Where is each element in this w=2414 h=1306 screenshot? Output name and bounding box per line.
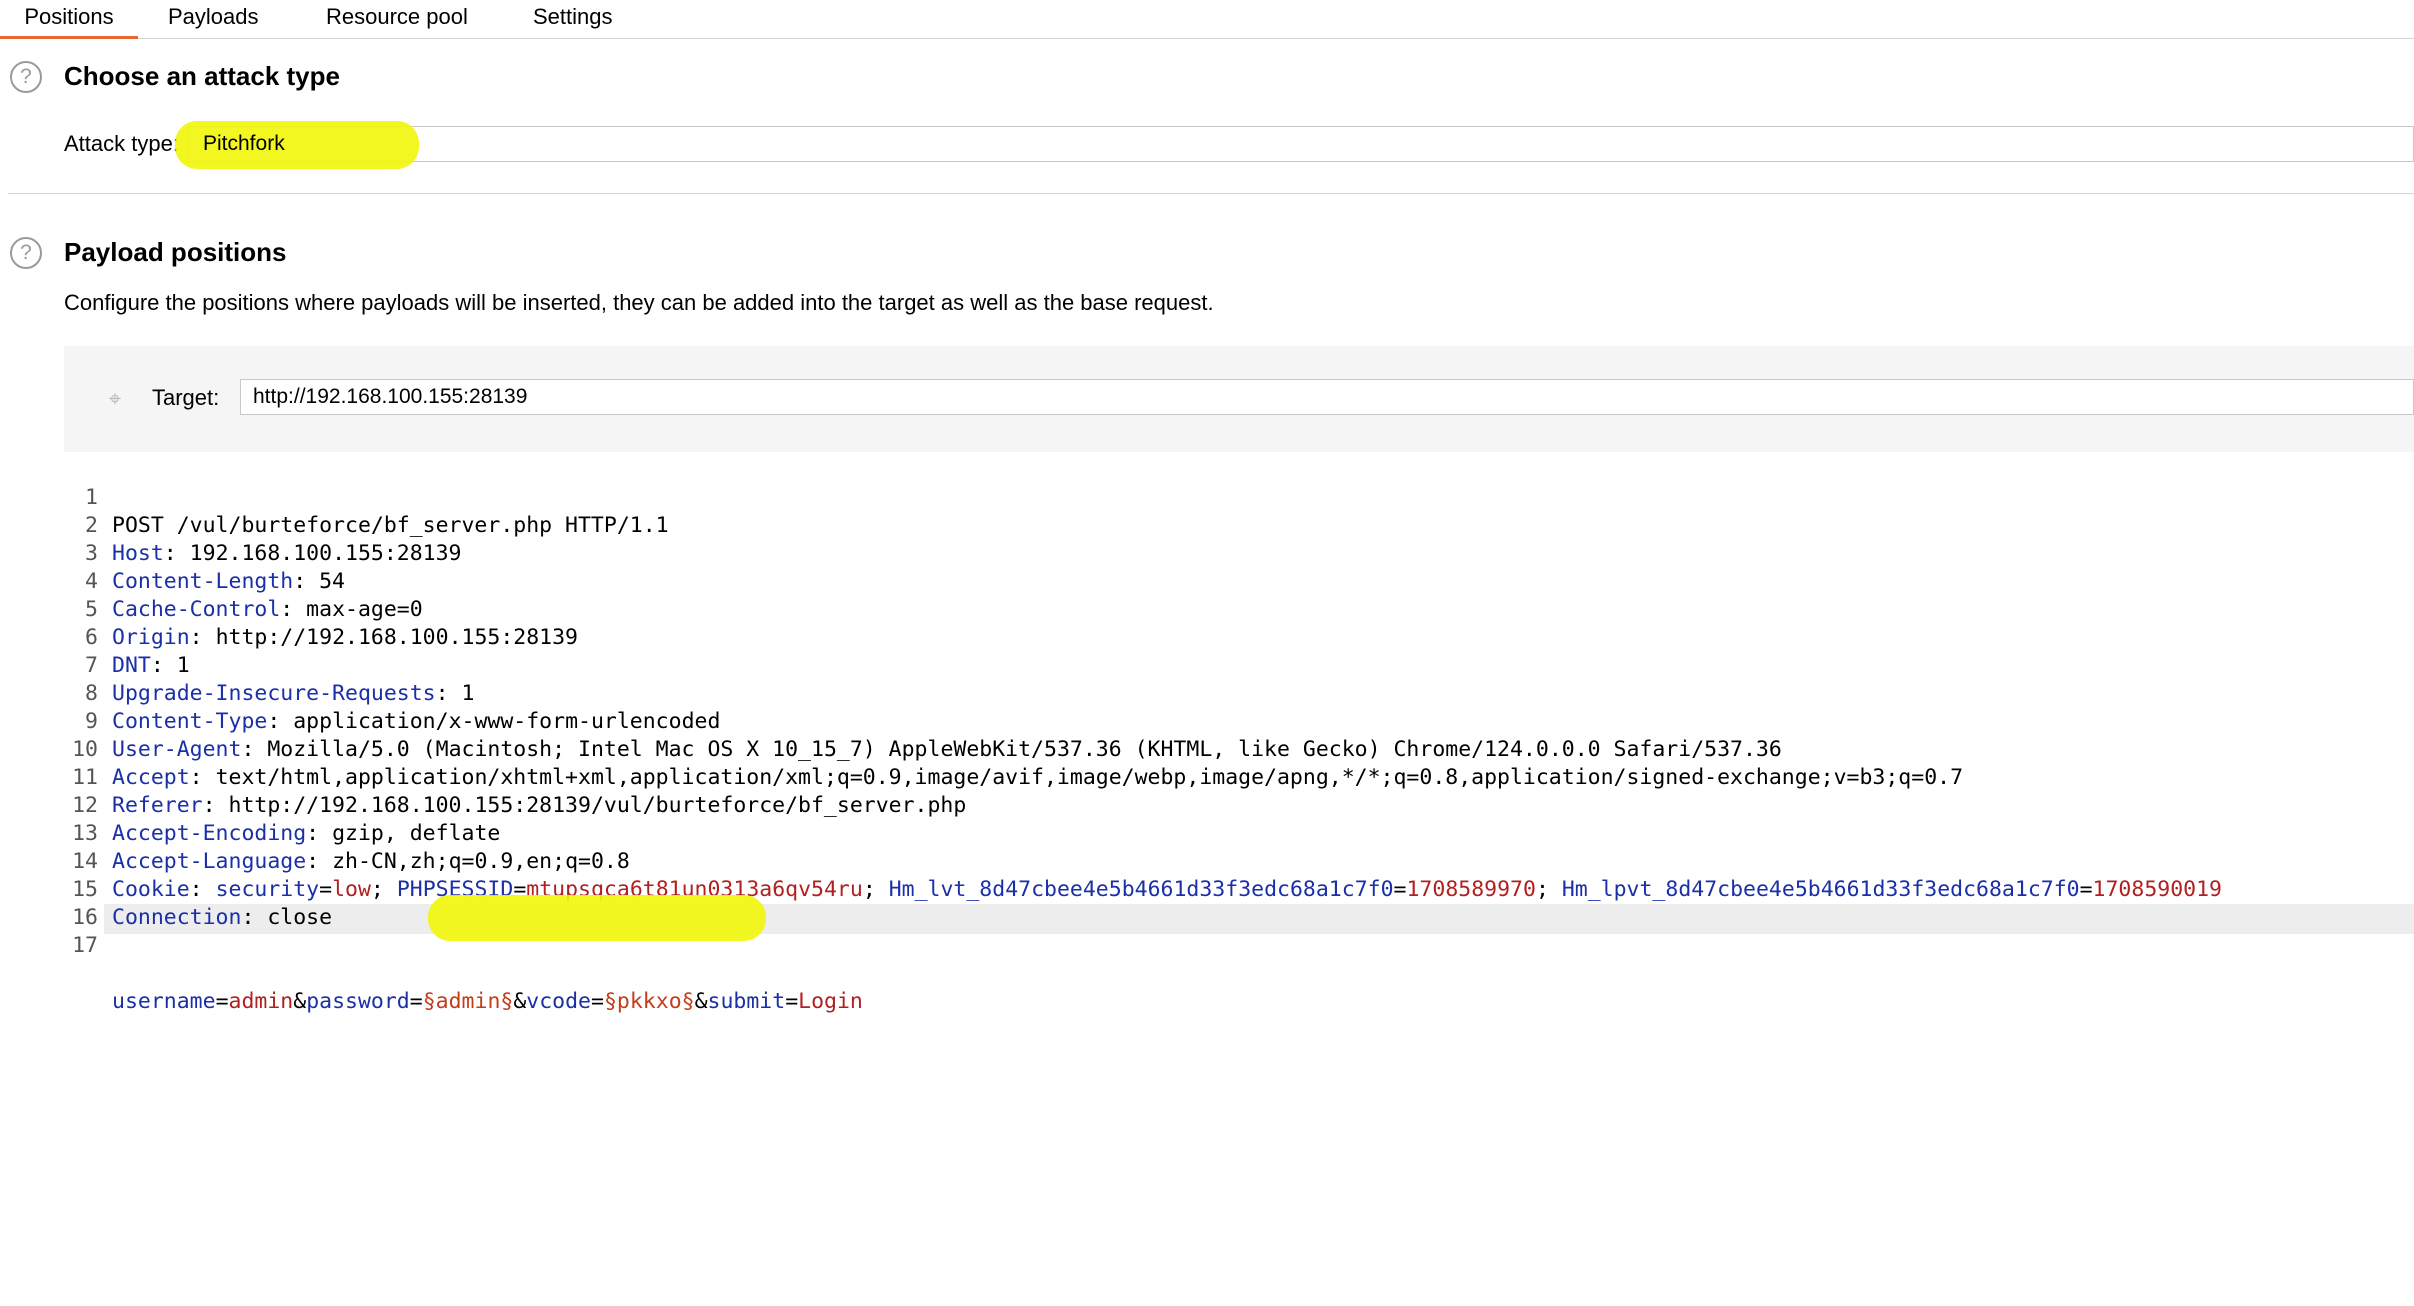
header-value: http://192.168.100.155:28139/vul/burtefo… <box>215 793 967 818</box>
header-name: Cache-Control <box>112 597 281 622</box>
header-value: 1 <box>448 681 475 706</box>
crosshair-icon[interactable]: ⌖ <box>104 388 126 410</box>
target-field[interactable]: http://192.168.100.155:28139 <box>240 379 2414 415</box>
header-value: 54 <box>306 569 346 594</box>
line-number: 17 <box>72 933 98 958</box>
code-line: 2 Host: 192.168.100.155:28139 <box>0 484 461 566</box>
header-name: Content-Length <box>112 569 294 594</box>
header-name: DNT <box>112 653 151 678</box>
cookie-name: Hm_lvt_8d47cbee4e5b4661d33f3edc68a1c7f0 <box>888 877 1394 902</box>
header-value: max-age=0 <box>293 597 423 622</box>
param-name: vcode <box>526 989 592 1014</box>
header-name: Referer <box>112 793 203 818</box>
code-line: 10 Accept: text/html,application/xhtml+x… <box>0 708 1963 790</box>
attack-type-select[interactable]: Pitchfork <box>175 121 2414 169</box>
tab-positions[interactable]: Positions <box>0 0 138 39</box>
code-line: 13 Accept-Language: zh-CN,zh;q=0.9,en;q=… <box>0 792 630 874</box>
payload-highlight <box>428 895 766 941</box>
code-line: 9 User-Agent: Mozilla/5.0 (Macintosh; In… <box>0 680 1782 762</box>
cookie-name: Hm_lpvt_8d47cbee4e5b4661d33f3edc68a1c7f0 <box>1561 877 2080 902</box>
header-value: close <box>254 905 333 930</box>
header-name: User-Agent <box>112 737 242 762</box>
param-name: password <box>306 989 410 1014</box>
code-line: 4 Cache-Control: max-age=0 <box>0 540 423 622</box>
attack-type-section-title: Choose an attack type <box>64 61 340 91</box>
tab-payloads[interactable]: Payloads <box>168 0 259 36</box>
header-value: gzip, deflate <box>319 821 501 846</box>
header-name: Host <box>112 541 164 566</box>
code-line: 5 Origin: http://192.168.100.155:28139 <box>0 568 578 650</box>
param-name: username <box>112 989 216 1014</box>
payload-positions-description: Configure the positions where payloads w… <box>64 290 1214 315</box>
header-name: Origin <box>112 625 190 650</box>
header-name: Content-Type <box>112 709 268 734</box>
code-line: 11 Referer: http://192.168.100.155:28139… <box>0 736 966 818</box>
section-divider <box>8 193 2414 194</box>
code-line: 16 <box>0 876 98 930</box>
attack-type-label: Attack type: <box>64 131 179 156</box>
code-line: 14 Cookie: security=low; PHPSESSID=mtups… <box>0 820 2222 902</box>
request-line: POST /vul/burteforce/bf_server.php HTTP/… <box>112 513 669 538</box>
code-line: 17 username=admin&password=§admin§&vcode… <box>0 895 863 1014</box>
header-name: Accept-Encoding <box>112 821 307 846</box>
code-line: 3 Content-Length: 54 <box>0 512 345 594</box>
header-name: Accept-Language <box>112 849 307 874</box>
code-line: 7 Upgrade-Insecure-Requests: 1 <box>0 624 474 706</box>
param-name: submit <box>707 989 786 1014</box>
code-line: 1 POST /vul/burteforce/bf_server.php HTT… <box>0 456 669 538</box>
header-name: Upgrade-Insecure-Requests <box>112 681 436 706</box>
cookie-value: 1708590019 <box>2092 877 2222 902</box>
param-value: admin <box>228 989 294 1014</box>
code-line: 8 Content-Type: application/x-www-form-u… <box>0 652 720 734</box>
header-value: http://192.168.100.155:28139 <box>202 625 579 650</box>
cookie-value: 1708589970 <box>1406 877 1536 902</box>
header-value: 192.168.100.155:28139 <box>176 541 462 566</box>
code-line: 12 Accept-Encoding: gzip, deflate <box>0 764 500 846</box>
cookie-name: security <box>215 877 320 902</box>
attack-type-value: Pitchfork <box>203 132 285 155</box>
header-name: Cookie <box>112 877 190 902</box>
header-name: Accept <box>112 765 190 790</box>
param-value: Login <box>798 989 863 1014</box>
header-value: 1 <box>163 653 190 678</box>
payload-positions-section-title: Payload positions <box>64 237 287 267</box>
help-circle-icon[interactable]: ? <box>10 61 42 93</box>
payload-marker[interactable]: §pkkxo§ <box>604 989 695 1014</box>
tab-bar: Positions Payloads Resource pool Setting… <box>0 0 2414 39</box>
tab-resource-pool[interactable]: Resource pool <box>326 0 468 36</box>
header-value: text/html,application/xhtml+xml,applicat… <box>202 765 1964 790</box>
header-value: zh-CN,zh;q=0.9,en;q=0.8 <box>319 849 630 874</box>
request-code[interactable]: 1 POST /vul/burteforce/bf_server.php HTT… <box>0 456 2222 1306</box>
target-label: Target: <box>152 385 220 410</box>
help-circle-icon[interactable]: ? <box>10 237 42 269</box>
cookie-value: low <box>332 877 371 902</box>
payload-marker[interactable]: §admin§ <box>423 989 514 1014</box>
header-value: Mozilla/5.0 (Macintosh; Intel Mac OS X 1… <box>254 737 1782 762</box>
header-name: Connection <box>112 905 242 930</box>
code-line: 6 DNT: 1 <box>0 596 190 678</box>
header-value: application/x-www-form-urlencoded <box>280 709 721 734</box>
tab-settings[interactable]: Settings <box>533 0 613 36</box>
code-line: 15 Connection: close <box>0 848 332 930</box>
